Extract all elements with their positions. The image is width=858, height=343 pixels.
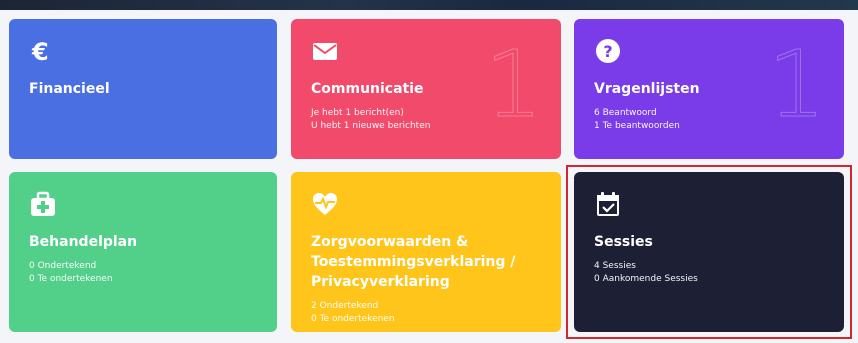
card-line: Je hebt 1 bericht(en) bbox=[311, 108, 404, 118]
card-sessies[interactable]: Sessies 4 Sessies 0 Aankomende Sessies bbox=[574, 172, 844, 332]
card-line: U hebt 1 nieuwe berichten bbox=[311, 121, 431, 131]
card-title: Zorgvoorwaarden & Toestemmingsverklaring… bbox=[311, 234, 516, 290]
card-line: 0 Aankomende Sessies bbox=[594, 274, 698, 284]
top-header-bar bbox=[0, 0, 858, 10]
card-line: 0 Te ondertekenen bbox=[29, 274, 113, 284]
card-line: 4 Sessies bbox=[594, 261, 636, 271]
card-line: 0 Te ondertekenen bbox=[311, 314, 395, 324]
card-line: 1 Te beantwoorden bbox=[594, 121, 680, 131]
card-line: 0 Ondertekend bbox=[29, 261, 97, 271]
card-financieel[interactable]: € Financieel bbox=[9, 19, 277, 159]
medical-kit-icon bbox=[29, 190, 257, 218]
euro-icon: € bbox=[29, 37, 257, 65]
card-zorgvoorwaarden[interactable]: Zorgvoorwaarden & Toestemmingsverklaring… bbox=[291, 172, 561, 332]
card-title: Sessies bbox=[594, 234, 653, 250]
card-communicatie[interactable]: 1 Communicatie Je hebt 1 bericht(en) U h… bbox=[291, 19, 561, 159]
heartbeat-icon bbox=[311, 190, 541, 218]
card-vragenlijsten[interactable]: 1 ? Vragenlijsten 6 Beantwoord 1 Te bean… bbox=[574, 19, 844, 159]
svg-text:€: € bbox=[31, 38, 49, 65]
card-title: Behandelplan bbox=[29, 234, 138, 250]
card-title: Financieel bbox=[29, 81, 110, 97]
calendar-check-icon bbox=[594, 190, 824, 218]
svg-text:?: ? bbox=[603, 42, 612, 61]
card-line: 6 Beantwoord bbox=[594, 108, 657, 118]
card-behandelplan[interactable]: Behandelplan 0 Ondertekend 0 Te ondertek… bbox=[9, 172, 277, 332]
card-line: 2 Ondertekend bbox=[311, 301, 379, 311]
